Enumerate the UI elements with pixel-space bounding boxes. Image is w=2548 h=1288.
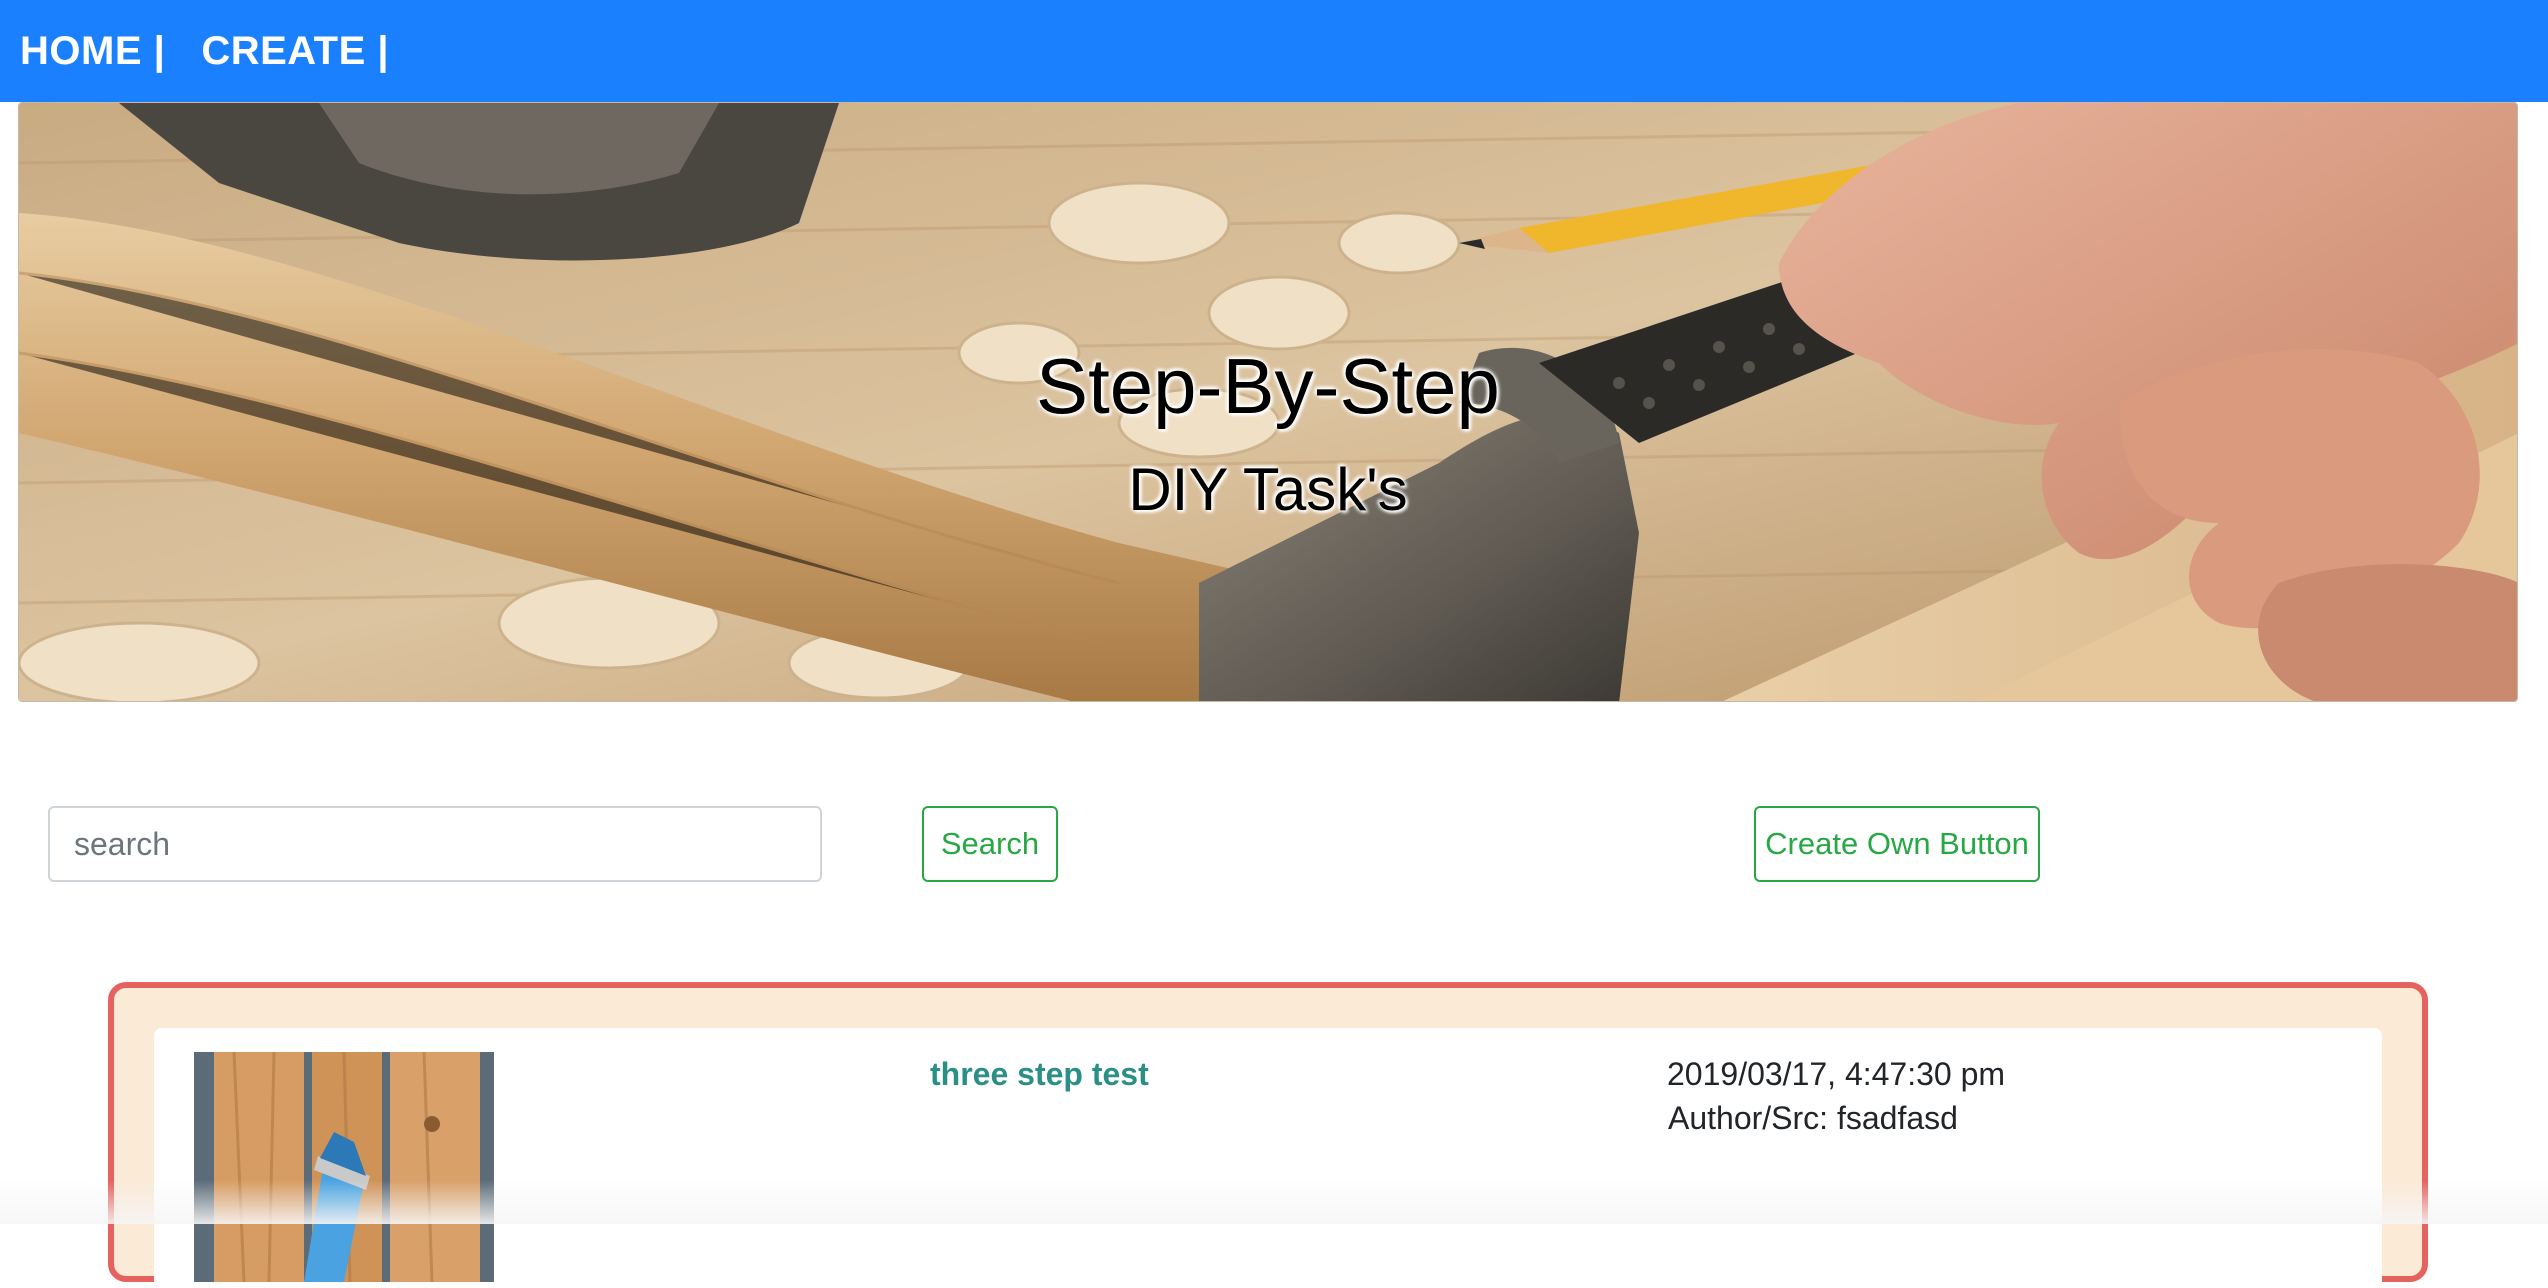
search-input[interactable] bbox=[48, 806, 822, 882]
task-date: 2019/03/17, 4:47:30 pm bbox=[1667, 1056, 2006, 1092]
task-author: Author/Src: fsadfasd bbox=[1668, 1100, 1958, 1136]
hero-title: Step-By-Step bbox=[1036, 342, 1500, 430]
hero-subtitle: DIY Task's bbox=[1128, 456, 1408, 523]
top-navbar: HOME | CREATE | bbox=[0, 0, 2548, 102]
task-title-link[interactable]: three step test bbox=[930, 1056, 1149, 1093]
search-button[interactable]: Search bbox=[922, 806, 1058, 882]
create-own-button[interactable]: Create Own Button bbox=[1754, 806, 2040, 882]
nav-home-link[interactable]: HOME | bbox=[20, 29, 165, 74]
task-thumbnail-image bbox=[194, 1052, 494, 1282]
hero-banner: Step-By-Step DIY Task's bbox=[18, 102, 2518, 702]
task-thumbnail[interactable] bbox=[194, 1052, 494, 1282]
nav-create-link[interactable]: CREATE | bbox=[201, 29, 389, 74]
